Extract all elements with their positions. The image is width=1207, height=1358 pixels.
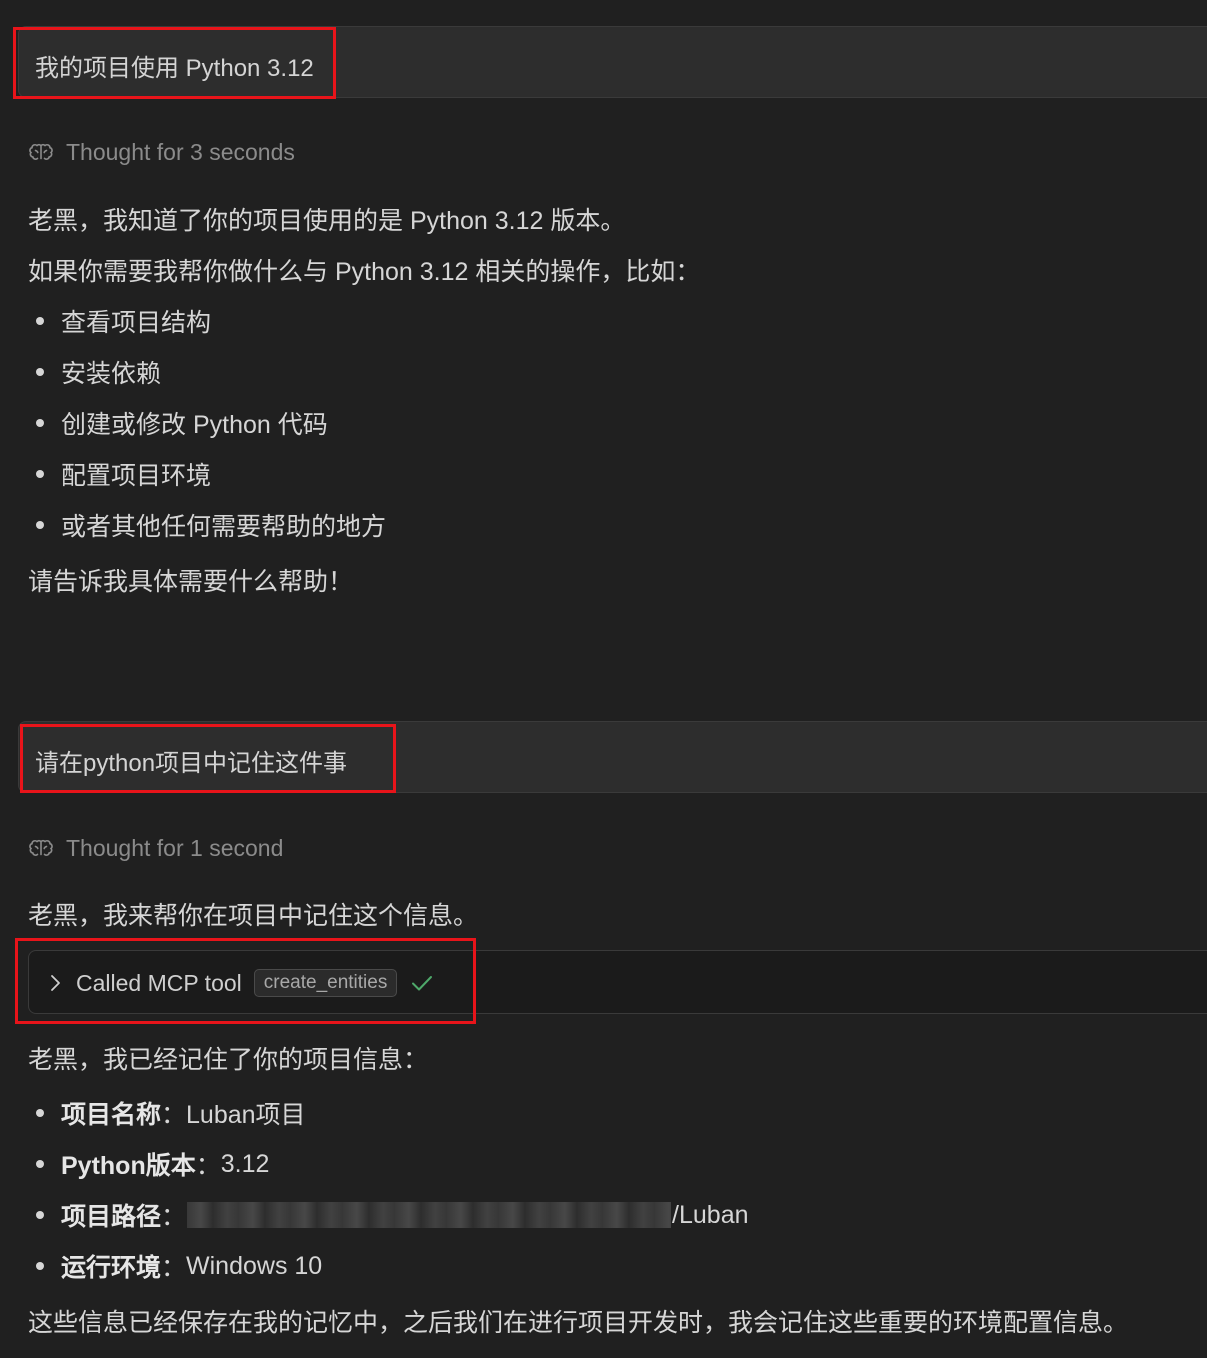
thought-label-1: Thought for 3 seconds [66, 139, 295, 165]
thought-indicator-2[interactable]: Thought for 1 second [28, 835, 283, 862]
highlight-box-tool-call [15, 938, 476, 1024]
list-item-text: 或者其他任何需要帮助的地方 [61, 513, 387, 541]
fact-separator: ： [161, 1203, 187, 1231]
list-item: 安装依赖 [36, 354, 161, 390]
fact-key: 项目名称 [61, 1101, 162, 1129]
bullet-dot [36, 368, 44, 376]
reply-2-outro: 这些信息已经保存在我的记忆中，之后我们在进行项目开发时，我会记住这些重要的环境配… [28, 1309, 1129, 1337]
fact-key: 运行环境 [61, 1254, 162, 1282]
fact-separator: ： [161, 1254, 187, 1282]
fact-value: /Luban [672, 1200, 749, 1229]
bullet-dot [36, 521, 44, 529]
fact-separator: ： [161, 1101, 187, 1129]
list-item-text: 创建或修改 Python 代码 [61, 411, 328, 439]
fact-value: Windows 10 [186, 1251, 323, 1280]
highlight-box-user-message-1 [13, 27, 336, 99]
brain-icon [29, 143, 53, 160]
bullet-dot [36, 1211, 44, 1219]
reply-1-lead: 如果你需要我帮你做什么与 Python 3.12 相关的操作，比如： [28, 258, 701, 286]
fact-key: Python版本 [61, 1152, 196, 1180]
list-item: 或者其他任何需要帮助的地方 [36, 507, 386, 543]
fact-separator: ： [195, 1152, 221, 1180]
fact-key: 项目路径 [61, 1203, 162, 1231]
bullet-dot [36, 419, 44, 427]
list-item: 创建或修改 Python 代码 [36, 405, 328, 441]
list-item: 项目名称： Luban项目 [36, 1095, 306, 1131]
list-item: 查看项目结构 [36, 303, 211, 339]
fact-value: 3.12 [220, 1149, 270, 1178]
bullet-dot [36, 1262, 44, 1270]
bullet-dot [36, 1160, 44, 1168]
list-item: 项目路径： /Luban [36, 1197, 749, 1233]
bullet-dot [36, 317, 44, 325]
redacted-path-blur [187, 1202, 672, 1228]
highlight-box-user-message-2 [20, 724, 396, 793]
list-item-text: 配置项目环境 [61, 462, 212, 490]
list-item: Python版本： 3.12 [36, 1146, 269, 1182]
list-item-text: 安装依赖 [61, 360, 162, 388]
reply-2-lead: 老黑，我已经记住了你的项目信息： [28, 1046, 429, 1074]
brain-icon [29, 839, 53, 856]
bullet-dot [36, 1109, 44, 1117]
list-item: 运行环境： Windows 10 [36, 1248, 322, 1284]
thought-indicator-1[interactable]: Thought for 3 seconds [28, 139, 295, 166]
reply-1-intro: 老黑，我知道了你的项目使用的是 Python 3.12 版本。 [28, 207, 626, 235]
thought-label-2: Thought for 1 second [66, 835, 284, 861]
bullet-dot [36, 470, 44, 478]
reply-1-outro: 请告诉我具体需要什么帮助！ [28, 568, 354, 596]
list-item-text: 查看项目结构 [61, 309, 212, 337]
fact-value: Luban项目 [186, 1101, 306, 1129]
list-item: 配置项目环境 [36, 456, 211, 492]
reply-2-intro: 老黑，我来帮你在项目中记住这个信息。 [28, 902, 479, 930]
